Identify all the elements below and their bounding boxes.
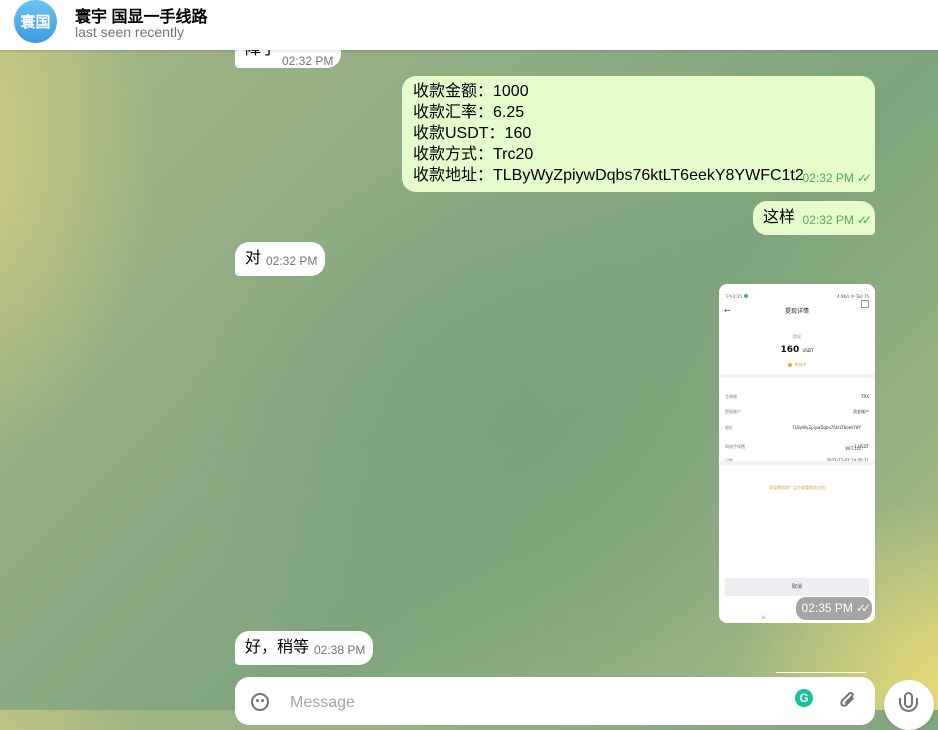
detail-label: 主网络 [725,394,737,399]
message-incoming[interactable]: 好，稍等 02:38 PM [235,631,373,665]
message-outgoing[interactable]: 这样 02:32 PM ✓✓ [753,201,875,235]
divider [719,374,875,378]
status-dot-icon [787,363,792,367]
last-seen-status: last seen recently [75,24,184,40]
message-outgoing-image[interactable]: 下午2:35 4.9K/s 中 Tull 75 ← 提现详情 提现 160 US… [719,284,875,623]
chat-header: 寰国 寰宇 国显一手线路 last seen recently [0,0,938,50]
detail-label: 提现账户 [725,409,741,414]
message-time: 02:32 PM [802,171,854,185]
amount-unit: USDT [802,348,814,353]
payment-usdt-line: 收款USDT：160 [413,125,532,142]
paperclip-icon[interactable] [830,687,860,717]
help-link: 提现需帮助？点击查看帮助文档 [769,485,825,490]
message-text: 好，稍等 [245,639,310,656]
message-composer: Message G [235,677,875,725]
message-meta: 02:32 PM ✓✓ [802,168,873,189]
payment-amount-line: 收款金额：1000 [413,83,529,100]
phone-status-time: 下午2:35 [725,294,742,299]
detail-row: 地址 TLByWyZpiywDqbs76ktLT6eekY8YWFC1t2 [725,417,869,451]
smile-icon[interactable] [251,693,269,711]
review-status-text: 审核中 [794,362,807,367]
home-nav-icon: ≡ [761,614,767,621]
phone-review-status: 审核中 [719,354,875,375]
detail-label: 网络手续费 [725,444,745,449]
phone-cancel-button: 取消 [725,578,869,596]
receipt-icon [861,300,869,308]
phone-page-title: 提现详情 [784,308,809,315]
microphone-button[interactable] [884,680,934,730]
message-time: 02:35 PM [801,601,853,615]
double-check-icon: ✓✓ [855,601,871,615]
double-check-icon: ✓✓ [856,171,872,185]
payment-rate-line: 收款汇率：6.25 [413,104,525,121]
message-time: 02:38 PM [314,643,366,657]
message-text: 对 [245,250,262,267]
message-text: 这样 [763,209,796,226]
message-time: 02:32 PM [282,54,334,68]
message-input[interactable]: Message [290,694,355,712]
message-outgoing-payment[interactable]: 收款金额：1000 收款汇率：6.25 收款USDT：160 收款方式：Trc2… [402,76,875,192]
message-time: 02:32 PM [802,213,854,227]
detail-label: 地址 [725,425,733,430]
withdrawal-screenshot-image[interactable]: 下午2:35 4.9K/s 中 Tull 75 ← 提现详情 提现 160 US… [719,284,875,623]
divider [776,672,866,673]
double-check-icon: ✓✓ [856,213,872,227]
payment-method-line: 收款方式：Trc20 [413,146,534,163]
message-meta: 02:32 PM ✓✓ [802,210,873,231]
message-meta: 02:35 PM ✓✓ [795,597,872,620]
payment-address-line: 收款地址：TLByWyZpiywDqbs76ktLT6eekY8YWFC1t2 [413,167,804,184]
grammarly-icon[interactable]: G [795,689,813,707]
divider [719,461,875,465]
message-incoming[interactable]: 对 02:32 PM [235,242,325,276]
avatar[interactable]: 寰国 [14,0,57,43]
message-time: 02:32 PM [266,254,318,268]
status-dot-icon [743,294,748,298]
